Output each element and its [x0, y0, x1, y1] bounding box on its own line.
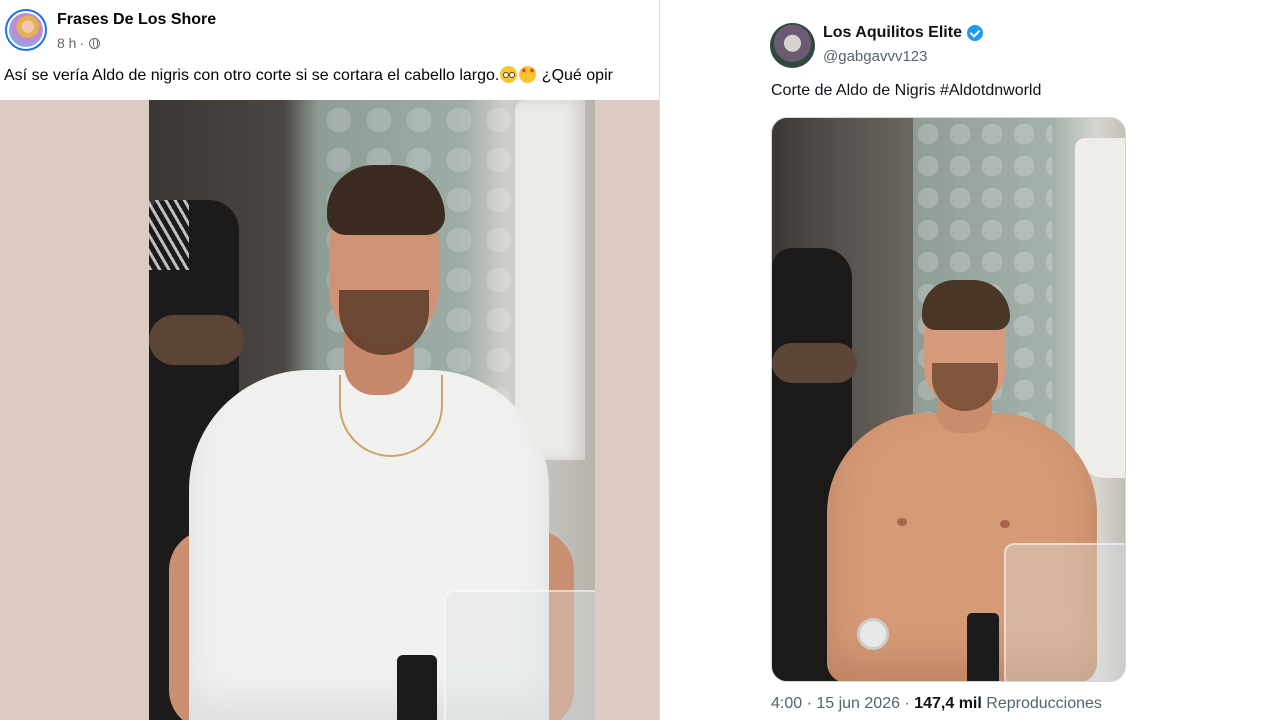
x-display-name[interactable]: Los Aquilitos Elite [823, 24, 962, 42]
avatar-image [9, 13, 43, 47]
post-time[interactable]: 8 h [57, 35, 76, 51]
post-meta: 8 h · [57, 35, 101, 51]
shirt-print [149, 200, 189, 270]
spray-bottle [397, 655, 437, 720]
chest-detail-right [1000, 520, 1010, 528]
page-avatar[interactable] [5, 9, 47, 51]
x-post-text: Corte de Aldo de Nigris #Aldotdnworld [771, 82, 1042, 99]
towel [515, 100, 585, 460]
post-text: Así se vería Aldo de nigris con otro cor… [4, 66, 613, 85]
meta-separator: · [79, 35, 85, 51]
post-text-main: Así se vería Aldo de nigris con otro cor… [4, 67, 500, 84]
verified-badge-icon[interactable] [966, 25, 983, 41]
post-media[interactable] [0, 100, 659, 720]
x-post-media[interactable] [771, 117, 1126, 682]
wristwatch [857, 618, 889, 650]
post-text-tail: ¿Qué opir [537, 67, 613, 84]
x-views-count: 147,4 mil [914, 695, 982, 712]
spray-bottle [967, 613, 999, 681]
x-views-label: Reproducciones [986, 695, 1102, 712]
star-struck-emoji [519, 66, 537, 83]
flushed-face-emoji [500, 66, 518, 83]
x-handle[interactable]: @gabgavvv123 [823, 48, 927, 65]
x-display-name-row[interactable]: Los Aquilitos Elite [823, 24, 983, 42]
glass-shield [1004, 543, 1125, 681]
x-timestamp[interactable]: 4:00 · 15 jun 2026 · [771, 695, 910, 712]
background-person-arm [772, 343, 857, 383]
page-name[interactable]: Frases De Los Shore [57, 11, 216, 29]
glass-shield [444, 590, 595, 720]
towel [1075, 138, 1125, 478]
x-avatar[interactable] [770, 23, 815, 68]
globe-icon[interactable] [89, 37, 101, 49]
chest-detail-left [897, 518, 907, 526]
x-post-footer: 4:00 · 15 jun 2026 · 147,4 mil Reproducc… [771, 695, 1102, 713]
post-photo[interactable] [149, 100, 595, 720]
background-person-arm [149, 315, 244, 365]
facebook-post: Frases De Los Shore 8 h · Así se vería A… [0, 0, 660, 720]
